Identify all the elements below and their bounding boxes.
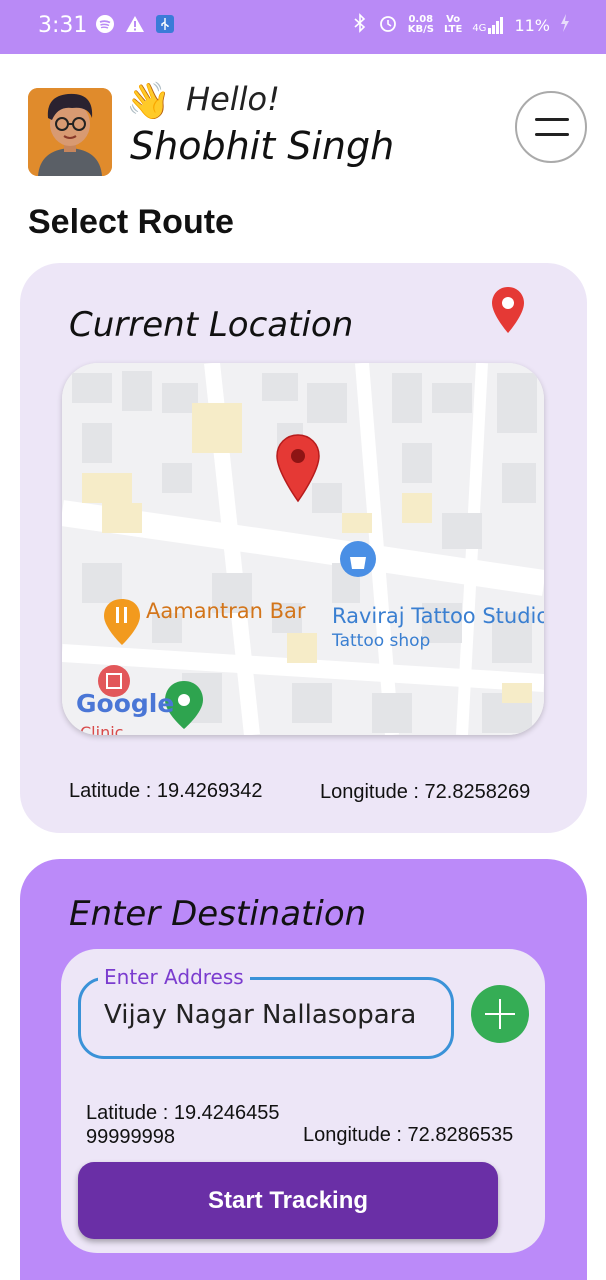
current-longitude: Longitude : 72.8258269 <box>320 781 531 803</box>
status-icons-right: 0.08 KB/S Vo LTE 4G 11% <box>352 13 570 37</box>
destination-latitude-continued: 99999998 <box>86 1126 175 1148</box>
page-title: Select Route <box>28 203 234 241</box>
battery-level: 11% <box>514 15 550 35</box>
status-bar: 3:31 0.08 KB/S Vo LTE 4G 11% <box>0 0 606 54</box>
current-latitude: Latitude : 19.4269342 <box>69 780 263 802</box>
bluetooth-icon <box>352 13 368 37</box>
status-icons-left <box>94 13 176 35</box>
map-place-label[interactable]: Clinic <box>80 723 123 735</box>
volte-indicator: Vo LTE <box>443 14 463 35</box>
charging-icon <box>560 13 570 37</box>
usb-icon <box>154 13 176 35</box>
map-place-subtitle: Tattoo shop <box>332 631 431 651</box>
map-place-label[interactable]: Aamantran Bar <box>146 599 306 623</box>
map-place-label[interactable]: Raviraj Tattoo Studio <box>332 604 544 628</box>
wave-emoji: 👋 <box>126 80 171 121</box>
network-speed: 0.08 KB/S <box>407 14 434 35</box>
google-logo: Google <box>76 689 175 718</box>
address-input-label: Enter Address <box>98 965 250 989</box>
alarm-icon <box>378 13 398 37</box>
address-input-value[interactable]: Vijay Nagar Nallasopara <box>104 1000 416 1030</box>
menu-button[interactable] <box>515 91 587 163</box>
current-location-heading: Current Location <box>69 305 354 345</box>
map-view[interactable]: Aamantran Bar Raviraj Tattoo Studio Tatt… <box>62 363 544 735</box>
greeting-text: Hello! <box>186 80 280 118</box>
signal-icon: 4G <box>472 16 504 34</box>
location-pin-icon[interactable] <box>490 285 526 342</box>
destination-latitude: Latitude : 19.4246455 <box>86 1102 280 1124</box>
hamburger-icon <box>535 118 569 121</box>
warning-icon <box>124 13 146 35</box>
destination-heading: Enter Destination <box>69 894 367 934</box>
destination-longitude: Longitude : 72.8286535 <box>303 1124 514 1146</box>
start-tracking-button[interactable]: Start Tracking <box>78 1162 498 1239</box>
add-destination-button[interactable] <box>471 985 529 1043</box>
hamburger-icon <box>535 133 569 136</box>
user-name: Shobhit Singh <box>130 124 395 168</box>
spotify-icon <box>94 13 116 35</box>
status-time: 3:31 <box>38 13 88 38</box>
avatar[interactable] <box>28 88 112 176</box>
